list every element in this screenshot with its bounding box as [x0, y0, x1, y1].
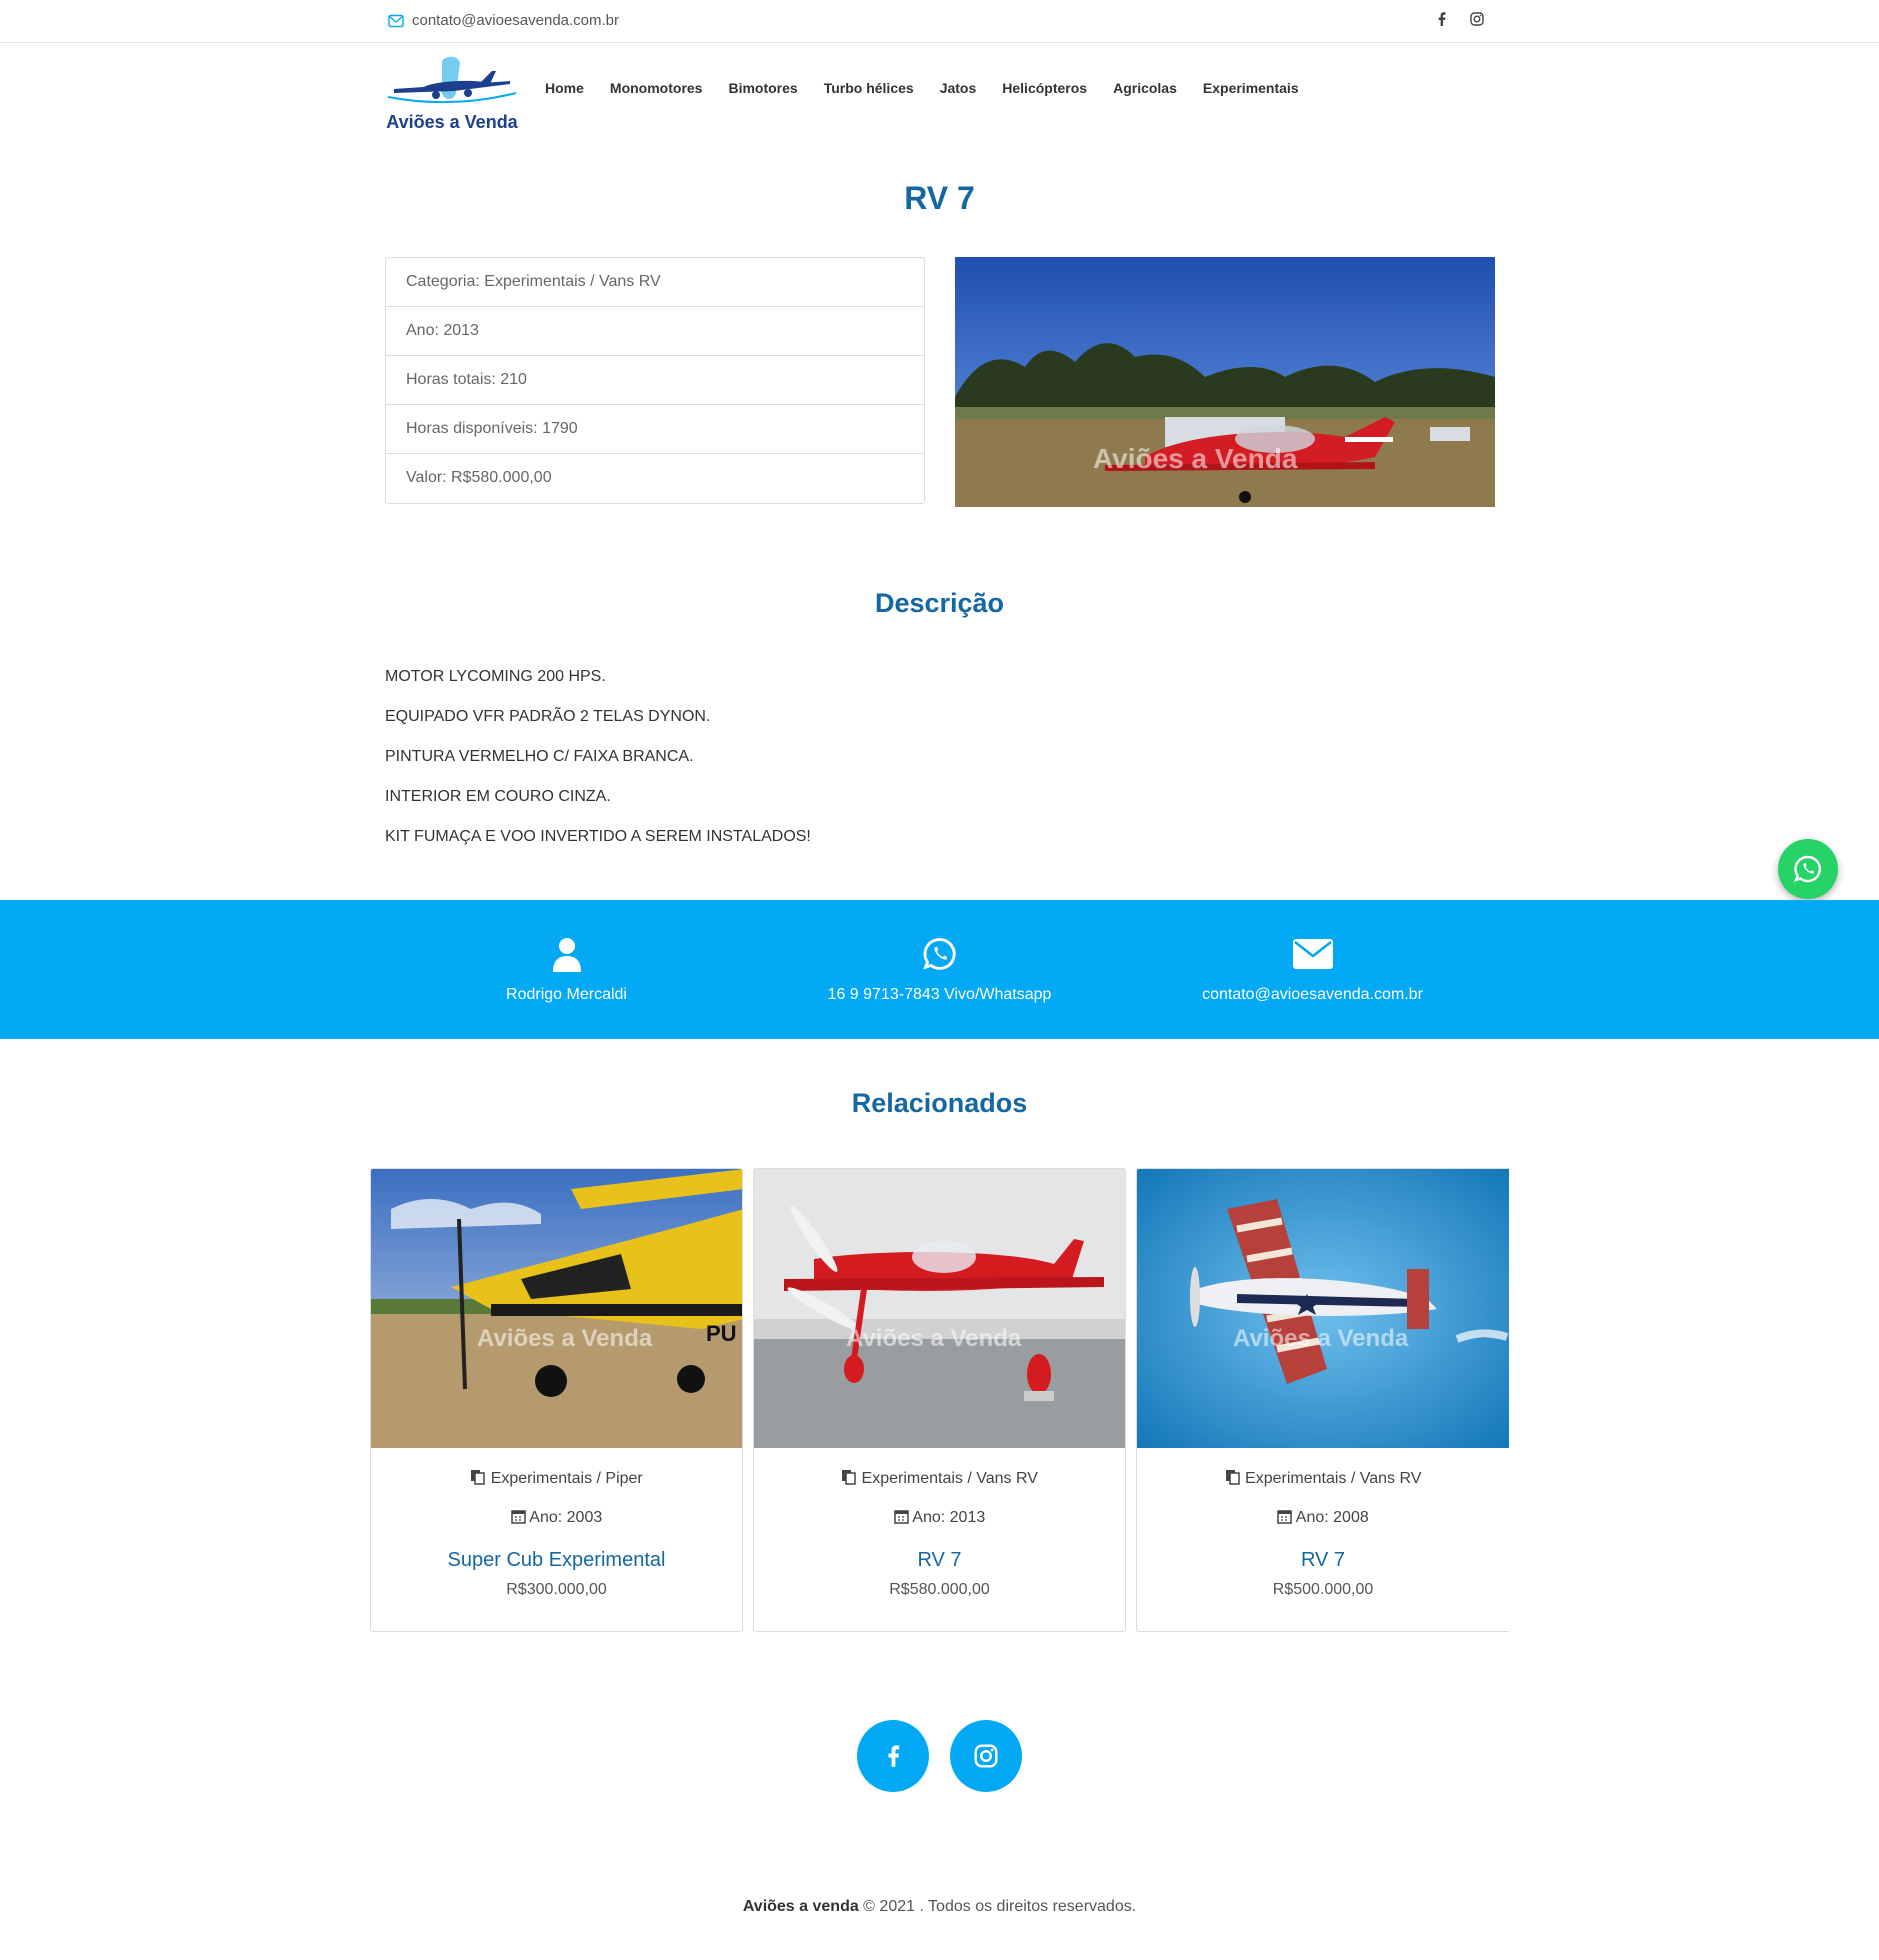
related-card-price: R$300.000,00 — [506, 1581, 607, 1598]
contact-email-text: contato@avioesavenda.com.br — [1202, 986, 1423, 1003]
related-card-year: Ano: 2013 — [754, 1509, 1125, 1549]
calendar-icon — [1277, 1510, 1292, 1524]
top-email-link[interactable]: contato@avioesavenda.com.br — [388, 12, 619, 29]
contact-band: Rodrigo Mercaldi 16 9 9713-7843 Vivo/Wha… — [0, 900, 1879, 1039]
site-logo[interactable]: Aviões a Venda — [384, 53, 520, 135]
description-line: KIT FUMAÇA E VOO INVERTIDO A SEREM INSTA… — [385, 828, 811, 845]
related-card-title[interactable]: Super Cub Experimental — [371, 1549, 742, 1581]
related-card-year: Ano: 2008 — [1137, 1509, 1509, 1549]
top-email-text: contato@avioesavenda.com.br — [412, 12, 620, 29]
logo-text: Aviões a Venda — [386, 112, 518, 132]
main-photo[interactable]: Aviões a Venda — [955, 257, 1495, 507]
site-header: Aviões a Venda Home Monomotores Bimotore… — [0, 43, 1879, 143]
related-card[interactable]: PU Aviões a Venda Experimentais / Piper … — [370, 1168, 743, 1632]
copy-icon — [842, 1470, 856, 1485]
whatsapp-icon — [922, 938, 956, 970]
contact-person: Rodrigo Mercaldi — [380, 936, 753, 1004]
contact-name: Rodrigo Mercaldi — [506, 986, 627, 1003]
main-nav: Home Monomotores Bimotores Turbo hélices… — [545, 80, 1325, 96]
spec-year: Ano: 2013 — [386, 307, 924, 356]
card-watermark: Aviões a Venda — [477, 1325, 653, 1352]
card-watermark: Aviões a Venda — [846, 1325, 1022, 1352]
facebook-icon — [888, 1745, 900, 1767]
related-heading: Relacionados — [851, 1088, 1028, 1118]
related-card-image[interactable]: Aviões a Venda — [1137, 1169, 1509, 1448]
related-card-category: Experimentais / Vans RV — [754, 1469, 1125, 1509]
related-card[interactable]: Aviões a Venda Experimentais / Vans RV A… — [753, 1168, 1126, 1632]
top-bar: contato@avioesavenda.com.br — [0, 0, 1879, 43]
description-heading: Descrição — [874, 588, 1005, 618]
whatsapp-icon — [1793, 855, 1821, 883]
related-card-image[interactable]: Aviões a Venda — [754, 1169, 1125, 1448]
nav-home[interactable]: Home — [545, 80, 584, 96]
nav-bimotores[interactable]: Bimotores — [728, 80, 797, 96]
svg-text:PU: PU — [706, 1321, 737, 1346]
spec-available-hours: Horas disponíveis: 1790 — [386, 405, 924, 454]
footer-instagram-button[interactable] — [950, 1720, 1022, 1792]
related-card-category: Experimentais / Piper — [371, 1469, 742, 1509]
related-card-price: R$500.000,00 — [1272, 1581, 1374, 1598]
nav-turbo-helices[interactable]: Turbo hélices — [824, 80, 914, 96]
nav-monomotores[interactable]: Monomotores — [610, 80, 703, 96]
calendar-icon — [893, 1510, 909, 1524]
copy-icon — [471, 1470, 485, 1485]
instagram-icon — [974, 1744, 998, 1768]
footer-brand: Aviões a venda — [742, 1898, 859, 1915]
description-line: PINTURA VERMELHO C/ FAIXA BRANCA. — [385, 748, 694, 765]
facebook-icon[interactable] — [1437, 12, 1446, 30]
main-photo-watermark: Aviões a Venda — [1093, 443, 1298, 474]
calendar-icon — [510, 1510, 526, 1524]
description-line: INTERIOR EM COURO CINZA. — [385, 788, 611, 805]
page-title: RV 7 — [904, 180, 975, 216]
instagram-icon[interactable] — [1470, 12, 1484, 30]
contact-phone-text: 16 9 9713-7843 Vivo/Whatsapp — [827, 986, 1052, 1003]
user-icon — [552, 938, 581, 972]
airplane-logo-icon — [387, 56, 517, 104]
related-card-image[interactable]: PU Aviões a Venda — [371, 1169, 742, 1448]
footer-copyright: © 2021 . Todos os direitos reservados. — [858, 1898, 1137, 1915]
nav-jatos[interactable]: Jatos — [940, 80, 977, 96]
related-card-category: Experimentais / Vans RV — [1137, 1469, 1509, 1509]
mail-icon — [388, 14, 404, 27]
nav-agricolas[interactable]: Agricolas — [1113, 80, 1177, 96]
footer-facebook-button[interactable] — [857, 1720, 929, 1792]
description-text: MOTOR LYCOMING 200 HPS. EQUIPADO VFR PAD… — [385, 668, 811, 868]
card-watermark: Aviões a Venda — [1233, 1325, 1409, 1352]
related-card-year: Ano: 2003 — [371, 1509, 742, 1549]
description-line: EQUIPADO VFR PADRÃO 2 TELAS DYNON. — [385, 708, 711, 725]
specs-list: Categoria: Experimentais / Vans RV Ano: … — [385, 257, 925, 504]
related-card-title[interactable]: RV 7 — [754, 1549, 1125, 1581]
footer: Aviões a venda © 2021 . Todos os direito… — [0, 1898, 1879, 1916]
related-card-price: R$580.000,00 — [889, 1581, 990, 1598]
envelope-icon — [1292, 939, 1333, 969]
spec-total-hours: Horas totais: 210 — [386, 356, 924, 405]
contact-phone[interactable]: 16 9 9713-7843 Vivo/Whatsapp — [753, 936, 1126, 1004]
nav-helicopteros[interactable]: Helicópteros — [1002, 80, 1087, 96]
spec-category: Categoria: Experimentais / Vans RV — [386, 258, 924, 307]
copy-icon — [1225, 1470, 1240, 1485]
description-line: MOTOR LYCOMING 200 HPS. — [385, 668, 606, 685]
related-card[interactable]: Aviões a Venda Experimentais / Vans RV A… — [1136, 1168, 1509, 1632]
related-card-title[interactable]: RV 7 — [1137, 1549, 1509, 1581]
whatsapp-float-button[interactable] — [1778, 839, 1838, 899]
nav-experimentais[interactable]: Experimentais — [1203, 80, 1299, 96]
spec-price: Valor: R$580.000,00 — [406, 469, 552, 486]
contact-email[interactable]: contato@avioesavenda.com.br — [1126, 936, 1499, 1004]
